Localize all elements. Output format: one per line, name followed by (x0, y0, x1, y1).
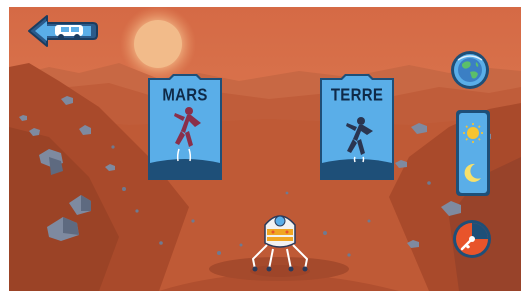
day-night-toggle[interactable] (455, 109, 491, 197)
lander-robot-icon (250, 215, 310, 277)
day-night-panel (456, 110, 490, 196)
earth-card-label: TERRE (330, 85, 384, 106)
gravity-button[interactable] (452, 219, 492, 259)
earth-globe-icon (451, 51, 489, 89)
mars-card-label: MARS (162, 85, 208, 106)
mars-gravity-card[interactable]: MARS (145, 73, 225, 183)
back-button[interactable] (25, 13, 99, 49)
back-arrow-rover-icon (28, 15, 98, 47)
mars-landscape-scene: MARS TERRE (9, 7, 521, 291)
globe-button[interactable] (450, 50, 490, 90)
earth-gravity-card[interactable]: TERRE (317, 73, 397, 183)
drop-gauge-icon (453, 220, 491, 258)
lander-robot[interactable] (245, 203, 315, 279)
